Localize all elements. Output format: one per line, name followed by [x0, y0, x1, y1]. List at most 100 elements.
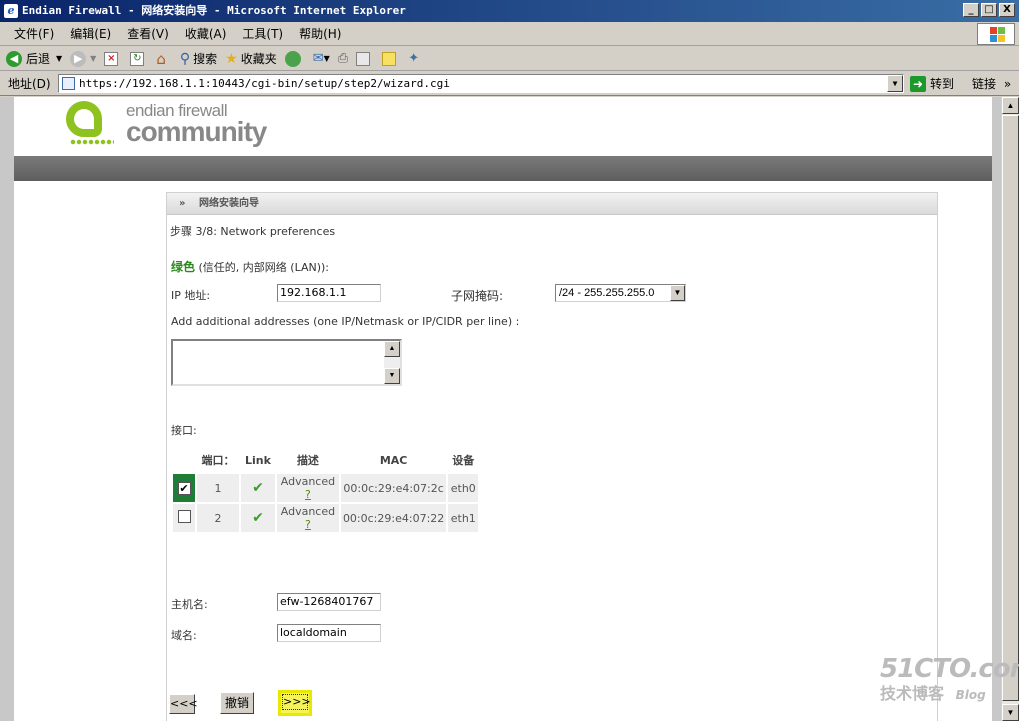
interface-checkbox-eth1[interactable]	[177, 510, 191, 523]
description-cell: Advanced ?	[276, 474, 339, 502]
port-cell: 1	[197, 474, 239, 502]
link-header: Link	[245, 453, 271, 467]
menu-bar: 文件(F) 编辑(E) 查看(V) 收藏(A) 工具(T) 帮助(H)	[0, 22, 1019, 46]
print-icon: ⎙	[337, 51, 349, 66]
checkmark-icon: ✔	[252, 510, 264, 526]
mac-header: MAC	[379, 453, 408, 467]
menu-favorites[interactable]: 收藏(A)	[177, 25, 235, 42]
scroll-up-icon[interactable]: ▲	[1002, 97, 1019, 114]
address-bar: 地址(D) https://192.168.1.1:10443/cgi-bin/…	[0, 72, 1019, 96]
textarea-scrollbar[interactable]: ▲ ▼	[384, 341, 400, 384]
discuss-button[interactable]	[382, 51, 400, 66]
mail-button[interactable]: ✉ ▼	[313, 51, 330, 66]
domain-input[interactable]: localdomain	[277, 624, 381, 642]
menu-file[interactable]: 文件(F)	[6, 25, 62, 42]
window-controls: _ □ X	[963, 3, 1015, 17]
messenger-icon: ✦	[408, 51, 420, 66]
checkbox-header	[173, 448, 195, 472]
chevron-down-icon: ▼	[56, 54, 63, 63]
cancel-button[interactable]: 撤销	[220, 692, 254, 714]
go-label: 转到	[930, 77, 955, 91]
address-dropdown-button[interactable]: ▼	[887, 75, 903, 92]
chevron-down-icon[interactable]: ▼	[670, 285, 685, 301]
back-arrow-icon: ◀	[6, 50, 22, 67]
links-label: 链接	[972, 77, 997, 91]
edit-button[interactable]	[356, 51, 374, 66]
forward-button[interactable]: ▶ ▼	[70, 50, 96, 67]
back-step-button[interactable]: <<<	[169, 694, 198, 714]
address-input[interactable]: https://192.168.1.1:10443/cgi-bin/setup/…	[58, 74, 904, 93]
chevron-down-icon: ▼	[323, 54, 330, 63]
messenger-button[interactable]: ✦	[408, 51, 419, 66]
back-label: 后退	[26, 52, 51, 66]
menu-tools[interactable]: 工具(T)	[234, 25, 291, 42]
refresh-button[interactable]: ↻	[130, 51, 148, 66]
search-icon: ⚲	[179, 50, 191, 67]
mac-cell: 00:0c:29:e4:07:22	[340, 504, 447, 532]
mac-cell: 00:0c:29:e4:07:2c	[340, 474, 447, 502]
scroll-up-icon[interactable]: ▲	[384, 341, 400, 357]
port-header: 端口：	[201, 454, 235, 467]
star-icon: ★	[225, 50, 238, 67]
wizard-title: 网络安装向导	[198, 198, 259, 209]
stop-icon: ×	[104, 51, 119, 66]
table-row: ✔ 1 ✔ Advanced ? 00:0c:29:e4:07:2c eth0	[173, 474, 479, 502]
back-button[interactable]: ◀ 后退 ▼	[6, 50, 62, 67]
row-checkbox-cell	[173, 504, 195, 532]
scroll-down-icon[interactable]: ▼	[1002, 704, 1019, 721]
media-button[interactable]	[284, 50, 305, 67]
wizard-header: » 网络安装向导	[167, 193, 937, 215]
search-button[interactable]: ⚲ 搜索	[180, 50, 217, 67]
table-row: 2 ✔ Advanced ? 00:0c:29:e4:07:22 eth1	[173, 504, 479, 532]
forward-arrow-icon: ▶	[70, 50, 87, 67]
browser-viewport: endian firewall community » 网络安装向导 步骤 3/…	[0, 97, 1019, 721]
description-header: 描述	[296, 454, 319, 467]
hostname-input[interactable]: efw-1268401767	[277, 593, 381, 611]
endian-logo: endian firewall community	[66, 101, 267, 145]
double-chevron-icon: »	[179, 198, 186, 209]
interfaces-table: 端口： Link 描述 MAC 设备 ✔ 1 ✔ Advanced ? 00:0…	[171, 446, 480, 534]
help-link[interactable]: ?	[305, 488, 311, 501]
step-label: 步骤 3/8: Network preferences	[170, 225, 336, 238]
domain-label: 域名:	[171, 629, 197, 642]
watermark-line2-text: 技术博客	[880, 684, 945, 703]
window-titlebar: e Endian Firewall - 网络安装向导 - Microsoft I…	[0, 0, 1019, 22]
favorites-label: 收藏夹	[240, 52, 277, 66]
search-label: 搜索	[193, 52, 218, 66]
additional-addresses-textarea[interactable]: ▲ ▼	[171, 339, 402, 386]
favorites-button[interactable]: ★ 收藏夹	[225, 50, 277, 67]
description-text: Advanced	[280, 475, 336, 488]
minimize-button[interactable]: _	[963, 3, 979, 17]
zone-heading: 绿色 (信任的, 内部网络 (LAN)):	[171, 258, 329, 275]
maximize-button[interactable]: □	[981, 3, 997, 17]
window-title: Endian Firewall - 网络安装向导 - Microsoft Int…	[22, 4, 406, 17]
next-step-label: >>>	[282, 694, 311, 710]
stop-button[interactable]: ×	[104, 51, 122, 66]
menu-edit[interactable]: 编辑(E)	[62, 25, 119, 42]
go-button[interactable]: ➜ 转到	[910, 75, 954, 92]
ip-address-input[interactable]: 192.168.1.1	[277, 284, 381, 302]
netmask-label: 子网掩码:	[451, 289, 504, 303]
device-cell: eth1	[448, 504, 479, 532]
nav-bar	[14, 156, 992, 181]
scroll-down-icon[interactable]: ▼	[384, 368, 400, 384]
print-button[interactable]: ⎙	[338, 51, 348, 66]
home-button[interactable]: ⌂	[156, 50, 166, 68]
go-arrow-icon: ➜	[910, 75, 926, 92]
links-button[interactable]: 链接 »	[972, 75, 1011, 93]
netmask-value: /24 - 255.255.255.0	[559, 287, 655, 299]
menu-help[interactable]: 帮助(H)	[291, 25, 349, 42]
next-step-button[interactable]: >>>	[278, 690, 312, 716]
menu-view[interactable]: 查看(V)	[119, 25, 177, 42]
close-button[interactable]: X	[999, 3, 1015, 17]
device-cell: eth0	[448, 474, 479, 502]
page-scrollbar[interactable]: ▲ ▼	[1001, 97, 1019, 721]
scrollbar-thumb[interactable]	[1002, 115, 1019, 701]
chevron-right-icon: »	[1003, 77, 1012, 91]
watermark-line3: Blog	[955, 688, 986, 702]
interface-checkbox-eth0[interactable]: ✔	[177, 481, 191, 495]
ie-icon: e	[4, 4, 18, 18]
zone-desc: (信任的, 内部网络 (LAN)):	[198, 261, 330, 274]
netmask-select[interactable]: /24 - 255.255.255.0 ▼	[555, 284, 686, 302]
help-link[interactable]: ?	[305, 518, 311, 531]
